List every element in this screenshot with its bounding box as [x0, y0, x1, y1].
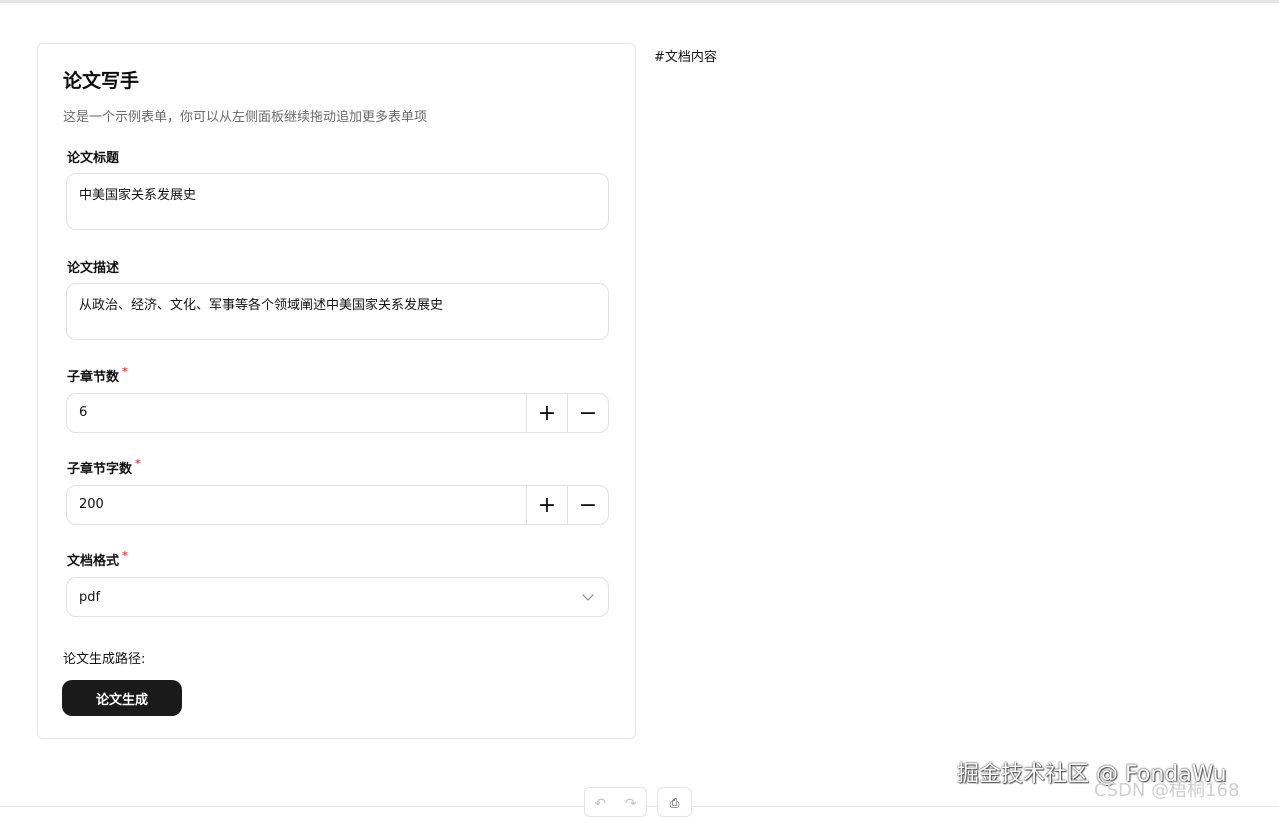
redo-icon[interactable]: ↷ [625, 796, 637, 812]
watermark-csdn: CSDN @梧桐168 [1094, 780, 1240, 801]
document-format-label: 文档格式 * [67, 549, 128, 569]
plus-icon: + [537, 492, 557, 518]
section-word-count-decrement-button[interactable]: − [567, 486, 608, 524]
required-mark: * [122, 365, 128, 378]
section-word-count-stepper: 200 + − [66, 485, 609, 525]
document-format-label-text: 文档格式 [67, 554, 120, 569]
paper-description-value: 从政治、经济、文化、军事等各个领域阐述中美国家关系发展史 [79, 298, 444, 313]
paper-title-label-text: 论文标题 [67, 151, 120, 166]
document-format-select[interactable]: pdf [66, 577, 609, 617]
section-word-count-increment-button[interactable]: + [526, 486, 567, 524]
minus-icon: − [578, 400, 598, 426]
chevron-down-icon [582, 589, 594, 601]
paper-title-value: 中美国家关系发展史 [79, 188, 197, 203]
top-divider [0, 0, 1279, 3]
section-count-input[interactable]: 6 [67, 394, 526, 432]
form-title: 论文写手 [63, 70, 140, 92]
form-description: 这是一个示例表单，你可以从左侧面板继续拖动追加更多表单项 [63, 110, 428, 125]
section-count-increment-button[interactable]: + [526, 394, 567, 432]
required-mark: * [135, 457, 141, 470]
plus-icon: + [537, 400, 557, 426]
generate-paper-button[interactable]: 论文生成 [62, 680, 182, 716]
document-content: #文档内容 [654, 50, 717, 65]
paper-writer-form: 论文写手 这是一个示例表单，你可以从左侧面板继续拖动追加更多表单项 论文标题 中… [37, 43, 636, 739]
paper-description-field[interactable]: 从政治、经济、文化、军事等各个领域阐述中美国家关系发展史 [66, 283, 609, 340]
section-count-label-text: 子章节数 [67, 370, 120, 385]
undo-icon[interactable]: ↶ [594, 796, 606, 812]
section-word-count-input[interactable]: 200 [67, 486, 526, 524]
history-toolbar: ↶ ↷ [584, 787, 647, 817]
section-word-count-label-text: 子章节字数 [67, 462, 133, 477]
output-path-label: 论文生成路径: [63, 652, 146, 667]
paper-title-label: 论文标题 [67, 147, 119, 166]
export-toolbar: ⎙ [657, 787, 692, 817]
required-mark: * [122, 549, 128, 562]
document-format-value: pdf [79, 589, 101, 605]
section-count-decrement-button[interactable]: − [567, 394, 608, 432]
paper-description-label: 论文描述 [67, 257, 119, 276]
paper-title-field[interactable]: 中美国家关系发展史 [66, 173, 609, 230]
section-word-count-label: 子章节字数 * [67, 457, 141, 477]
export-icon[interactable]: ⎙ [670, 796, 680, 816]
minus-icon: − [578, 492, 598, 518]
section-count-stepper: 6 + − [66, 393, 609, 433]
section-count-label: 子章节数 * [67, 365, 128, 385]
paper-description-label-text: 论文描述 [67, 261, 120, 276]
